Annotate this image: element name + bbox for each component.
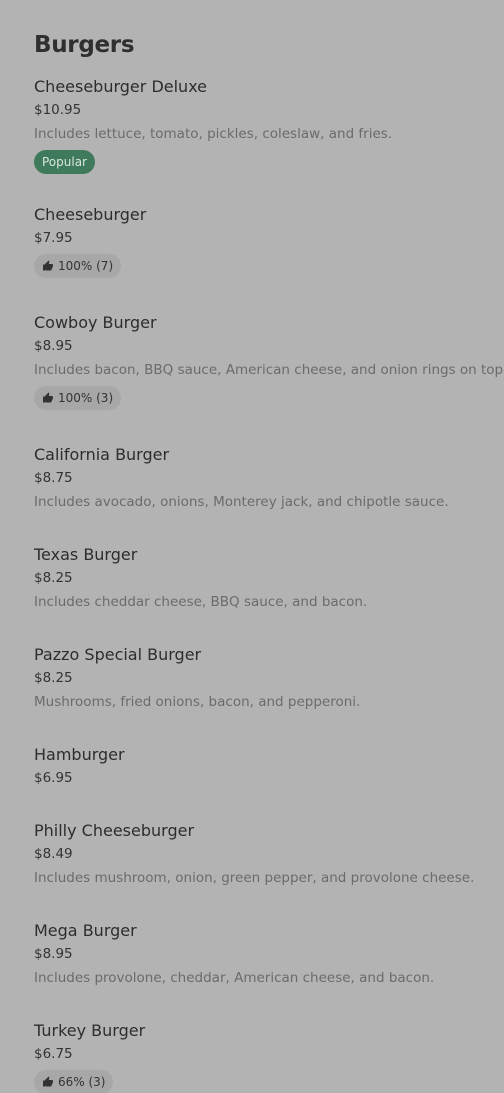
item-price: $8.25: [34, 570, 73, 586]
menu-item-texas-burger[interactable]: Texas Burger $8.25 Includes cheddar chee…: [34, 544, 494, 612]
rating-pill: 66% (3): [34, 1070, 114, 1093]
menu-item-turkey-burger[interactable]: Turkey Burger $6.75 66% (3): [34, 1020, 494, 1093]
menu-item-philly-cheeseburger[interactable]: Philly Cheeseburger $8.49 Includes mushr…: [34, 820, 494, 888]
item-description: Mushrooms, fried onions, bacon, and pepp…: [34, 694, 361, 710]
item-name: Cheeseburger: [34, 205, 147, 224]
menu-item-mega-burger[interactable]: Mega Burger $8.95 Includes provolone, ch…: [34, 920, 494, 988]
menu-item-cowboy-burger[interactable]: Cowboy Burger $8.95 Includes bacon, BBQ …: [34, 312, 504, 410]
item-name: Pazzo Special Burger: [34, 645, 202, 664]
rating-text: 100% (3): [58, 391, 114, 405]
thumbs-up-icon: [42, 392, 54, 404]
item-name: Cheeseburger Deluxe: [34, 77, 208, 96]
menu-item-hamburger[interactable]: Hamburger $6.95: [34, 744, 494, 788]
menu-page: Burgers Cheeseburger Deluxe $10.95 Inclu…: [0, 0, 504, 1093]
item-price: $10.95: [34, 102, 82, 118]
item-description: Includes bacon, BBQ sauce, American chee…: [34, 362, 504, 378]
item-description: Includes mushroom, onion, green pepper, …: [34, 870, 475, 886]
item-price: $8.49: [34, 846, 73, 862]
popular-badge: Popular: [34, 150, 95, 174]
item-description: Includes lettuce, tomato, pickles, coles…: [34, 126, 393, 142]
rating-pill: 100% (7): [34, 254, 122, 278]
item-name: Cowboy Burger: [34, 313, 157, 332]
menu-item-cheeseburger-deluxe[interactable]: Cheeseburger Deluxe $10.95 Includes lett…: [34, 76, 494, 174]
item-price: $8.95: [34, 338, 73, 354]
item-description: Includes avocado, onions, Monterey jack,…: [34, 494, 449, 510]
item-price: $8.95: [34, 946, 73, 962]
item-name: Turkey Burger: [34, 1021, 146, 1040]
menu-item-cheeseburger[interactable]: Cheeseburger $7.95 100% (7): [34, 204, 494, 278]
item-name: Hamburger: [34, 745, 125, 764]
rating-text: 100% (7): [58, 259, 114, 273]
item-name: Mega Burger: [34, 921, 137, 940]
section-title: Burgers: [34, 32, 135, 58]
item-name: Philly Cheeseburger: [34, 821, 195, 840]
item-price: $8.75: [34, 470, 73, 486]
thumbs-up-icon: [42, 260, 54, 272]
item-description: Includes provolone, cheddar, American ch…: [34, 970, 435, 986]
item-description: Includes cheddar cheese, BBQ sauce, and …: [34, 594, 368, 610]
rating-pill: 100% (3): [34, 386, 122, 410]
item-price: $7.95: [34, 230, 73, 246]
item-name: California Burger: [34, 445, 170, 464]
item-price: $8.25: [34, 670, 73, 686]
menu-item-california-burger[interactable]: California Burger $8.75 Includes avocado…: [34, 444, 494, 512]
menu-item-pazzo-special-burger[interactable]: Pazzo Special Burger $8.25 Mushrooms, fr…: [34, 644, 494, 712]
rating-text: 66% (3): [58, 1075, 106, 1089]
item-price: $6.75: [34, 1046, 73, 1062]
item-price: $6.95: [34, 770, 73, 786]
thumbs-up-icon: [42, 1076, 54, 1088]
item-name: Texas Burger: [34, 545, 138, 564]
